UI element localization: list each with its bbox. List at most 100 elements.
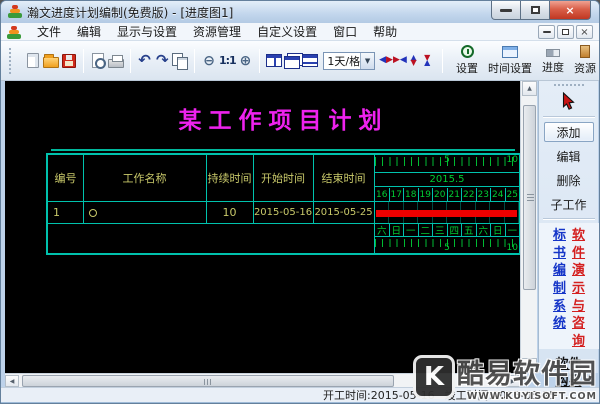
redo-icon: ↷ bbox=[156, 51, 169, 69]
redo-button[interactable]: ↷ bbox=[154, 49, 170, 73]
restore-button[interactable] bbox=[521, 1, 549, 20]
day-width-expand-button[interactable]: ◀ ▶ bbox=[379, 51, 393, 71]
save-button[interactable] bbox=[61, 49, 77, 73]
expand-down-icon: ▼ bbox=[410, 57, 417, 67]
mdi-close-button[interactable]: × bbox=[576, 25, 593, 39]
cell-task-name[interactable] bbox=[83, 202, 206, 223]
header-duration: 持续时间 bbox=[207, 172, 252, 185]
horizontal-scroll-thumb[interactable] bbox=[22, 375, 394, 387]
time-scale-value: 1天/格 bbox=[327, 54, 361, 68]
cell-end-date: 2015-05-25 bbox=[314, 207, 373, 218]
tender-system-link[interactable]: 标书编制系统 bbox=[553, 227, 566, 349]
toolbar-separator bbox=[82, 48, 84, 73]
menu-item[interactable]: 帮助 bbox=[365, 22, 405, 41]
cascade-windows-button[interactable] bbox=[284, 49, 301, 73]
zoom-in-icon: ⊕ bbox=[239, 52, 252, 69]
split-horizontal-button[interactable] bbox=[302, 49, 319, 73]
toolbar-separator bbox=[129, 48, 131, 73]
zoom-ratio-label: 1:1 bbox=[218, 54, 237, 67]
time-settings-button[interactable]: 时间设置 bbox=[483, 44, 537, 78]
scroll-up-button[interactable]: ▲ bbox=[522, 81, 537, 96]
resources-label: 资源 bbox=[574, 62, 596, 75]
title-underline bbox=[51, 149, 515, 151]
delete-task-button[interactable]: 删除 bbox=[544, 170, 594, 190]
timeline-day-cell: 23 bbox=[477, 188, 491, 201]
split-vertical-button[interactable] bbox=[266, 49, 283, 73]
print-preview-icon bbox=[91, 53, 106, 69]
menu-item[interactable]: 自定义设置 bbox=[249, 22, 325, 41]
timeline-day-cell: 21 bbox=[448, 188, 462, 201]
mdi-minimize-button[interactable] bbox=[538, 25, 555, 39]
row-height-expand-button[interactable]: ▲ ▼ bbox=[407, 51, 421, 71]
timeline-day-cell: 16 bbox=[375, 188, 390, 201]
minimize-button[interactable] bbox=[491, 1, 521, 20]
close-icon: × bbox=[565, 3, 575, 17]
timeline-day-cell: 19 bbox=[419, 188, 433, 201]
toolbar-separator bbox=[194, 48, 196, 73]
edit-task-button[interactable]: 编辑 bbox=[544, 146, 594, 166]
expand-left-icon: ◀ bbox=[379, 55, 387, 65]
document-icon bbox=[7, 25, 21, 39]
add-task-button[interactable]: 添加 bbox=[543, 122, 594, 142]
settings-button[interactable]: 设置 bbox=[451, 44, 483, 78]
timeline-weekday-cell: 六 bbox=[375, 223, 390, 237]
shrink-right-icon: ▶ bbox=[392, 55, 400, 65]
print-button[interactable] bbox=[107, 49, 124, 73]
timeline-day-cell: 25 bbox=[506, 189, 518, 200]
progress-button[interactable]: 进度 bbox=[537, 44, 569, 78]
pointer-tool-button[interactable] bbox=[554, 88, 584, 114]
copy-button[interactable] bbox=[172, 49, 189, 73]
drawing-canvas[interactable]: 某工作项目计划 编号 工作名称 持续时间 开始时间 结束时间 1 10 2015… bbox=[5, 81, 520, 373]
menu-item[interactable]: 显示与设置 bbox=[109, 22, 185, 41]
demo-consult-link[interactable]: 软件演示与咨询 bbox=[572, 227, 585, 349]
expand-right-icon: ▶ bbox=[386, 55, 393, 65]
header-id: 编号 bbox=[54, 172, 77, 185]
menu-item[interactable]: 文件 bbox=[29, 22, 69, 41]
menu-item[interactable]: 资源管理 bbox=[185, 22, 249, 41]
scroll-left-button[interactable]: ◀ bbox=[5, 375, 19, 387]
mdi-restore-button[interactable] bbox=[557, 25, 574, 39]
toolbar-separator bbox=[259, 48, 261, 73]
toolbar-gripper[interactable] bbox=[9, 47, 12, 74]
ruler-label-5: 5 bbox=[444, 155, 450, 165]
chevron-down-icon[interactable]: ▼ bbox=[360, 52, 375, 69]
vertical-scrollbar[interactable]: ▲ ▼ bbox=[520, 81, 537, 373]
vertical-scroll-thumb[interactable] bbox=[523, 105, 536, 290]
resources-button[interactable]: 资源 bbox=[569, 44, 599, 78]
gantt-task-bar[interactable] bbox=[376, 210, 517, 217]
cell-task-id: 1 bbox=[53, 206, 60, 219]
print-preview-button[interactable] bbox=[90, 49, 106, 73]
new-file-button[interactable] bbox=[25, 49, 41, 73]
menu-item[interactable]: 编辑 bbox=[69, 22, 109, 41]
close-button[interactable]: × bbox=[549, 1, 591, 20]
cell-start-date: 2015-05-16 bbox=[253, 207, 313, 218]
app-window: 瀚文进度计划编制(免费版) - [进度图1] × 文件 编辑 显示与设置 资源管理 自定… bbox=[0, 0, 600, 404]
menu-item[interactable]: 窗口 bbox=[325, 22, 365, 41]
timeline-weekday-cell: 五 bbox=[462, 223, 477, 237]
zoom-out-icon: ⊖ bbox=[203, 52, 215, 69]
zoom-out-button[interactable]: ⊖ bbox=[201, 49, 217, 73]
day-width-shrink-button[interactable]: ▶ ◀ bbox=[393, 51, 407, 71]
ruler-label-10: 10 bbox=[506, 155, 518, 165]
cascade-windows-icon bbox=[284, 55, 301, 69]
window-controls: × bbox=[491, 1, 591, 20]
time-scale-select[interactable]: 1天/格 ▼ bbox=[323, 51, 376, 70]
timeline-bottom-ruler: 5 10 bbox=[375, 238, 519, 253]
undo-icon: ↶ bbox=[138, 51, 151, 69]
timeline-weekday-cell: 日 bbox=[491, 223, 506, 237]
subtask-button[interactable]: 子工作 bbox=[544, 194, 594, 214]
window-title: 瀚文进度计划编制(免费版) - [进度图1] bbox=[27, 5, 234, 20]
row-height-shrink-button[interactable]: ▼ ▲ bbox=[420, 51, 434, 71]
mdi-minimize-icon bbox=[542, 31, 551, 33]
zoom-in-button[interactable]: ⊕ bbox=[238, 49, 254, 73]
panel-gripper[interactable] bbox=[553, 84, 584, 86]
timeline-day-cell: 20 bbox=[433, 188, 448, 201]
undo-button[interactable]: ↶ bbox=[137, 49, 153, 73]
open-file-button[interactable] bbox=[43, 49, 60, 73]
panel-separator bbox=[542, 218, 595, 220]
split-vertical-icon bbox=[266, 54, 283, 67]
timeline-day-cell: 17 bbox=[390, 188, 404, 201]
minimize-icon bbox=[500, 8, 512, 12]
timeline-bar-row bbox=[375, 201, 520, 223]
zoom-reset-button[interactable]: 1:1 bbox=[218, 49, 237, 73]
